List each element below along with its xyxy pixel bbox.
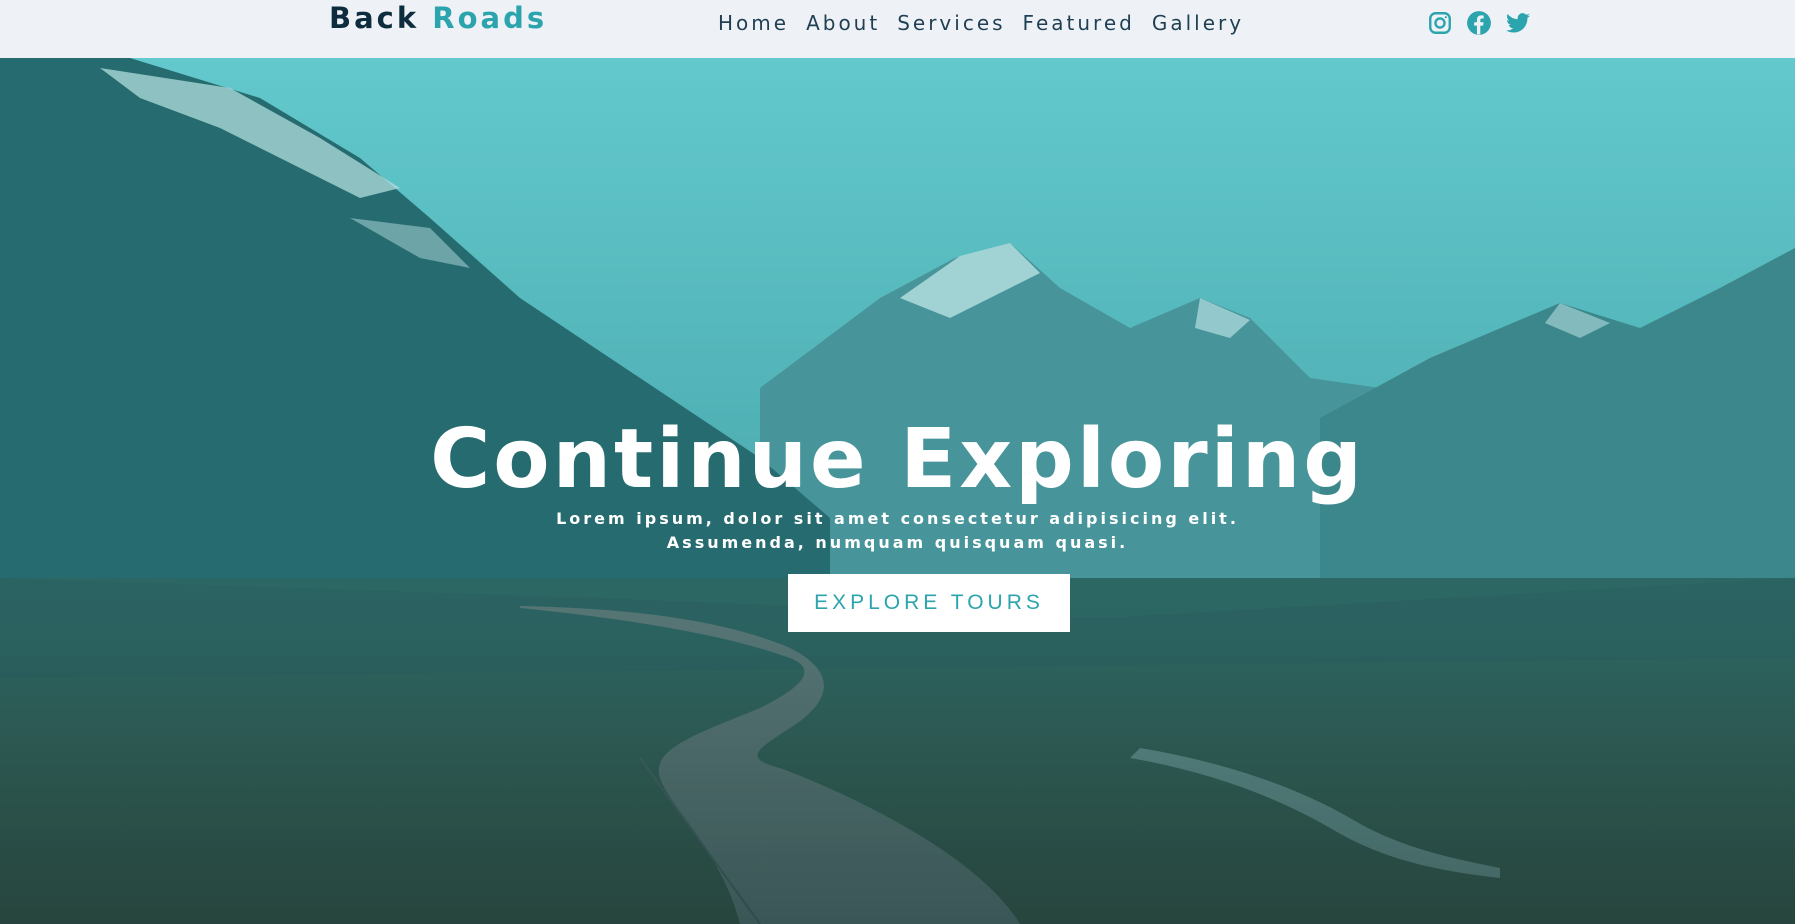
brand-name-first: Back	[329, 1, 420, 35]
instagram-icon	[1429, 12, 1451, 34]
navbar: Back Roads Home About Services Featured …	[0, 0, 1795, 58]
brand-logo[interactable]: Back Roads	[329, 0, 547, 40]
instagram-link[interactable]	[1427, 10, 1453, 36]
hero-title: Continue Exploring	[430, 412, 1365, 507]
nav-link-gallery[interactable]: Gallery	[1152, 11, 1244, 35]
nav-link-services[interactable]: Services	[897, 11, 1005, 35]
brand-name-second: Roads	[432, 1, 548, 35]
nav-links: Home About Services Featured Gallery	[718, 8, 1261, 38]
twitter-link[interactable]	[1505, 10, 1531, 36]
hero-description: Lorem ipsum, dolor sit amet consectetur …	[556, 509, 1239, 552]
nav-link-home[interactable]: Home	[718, 11, 789, 35]
explore-tours-button[interactable]: EXPLORE TOURS	[788, 574, 1070, 632]
nav-link-about[interactable]: About	[806, 11, 880, 35]
hero-section: Continue Exploring Lorem ipsum, dolor si…	[0, 58, 1795, 924]
twitter-icon	[1506, 13, 1530, 33]
social-icons	[1427, 10, 1544, 36]
nav-link-featured[interactable]: Featured	[1023, 11, 1135, 35]
facebook-link[interactable]	[1466, 10, 1492, 36]
facebook-icon	[1467, 11, 1491, 35]
